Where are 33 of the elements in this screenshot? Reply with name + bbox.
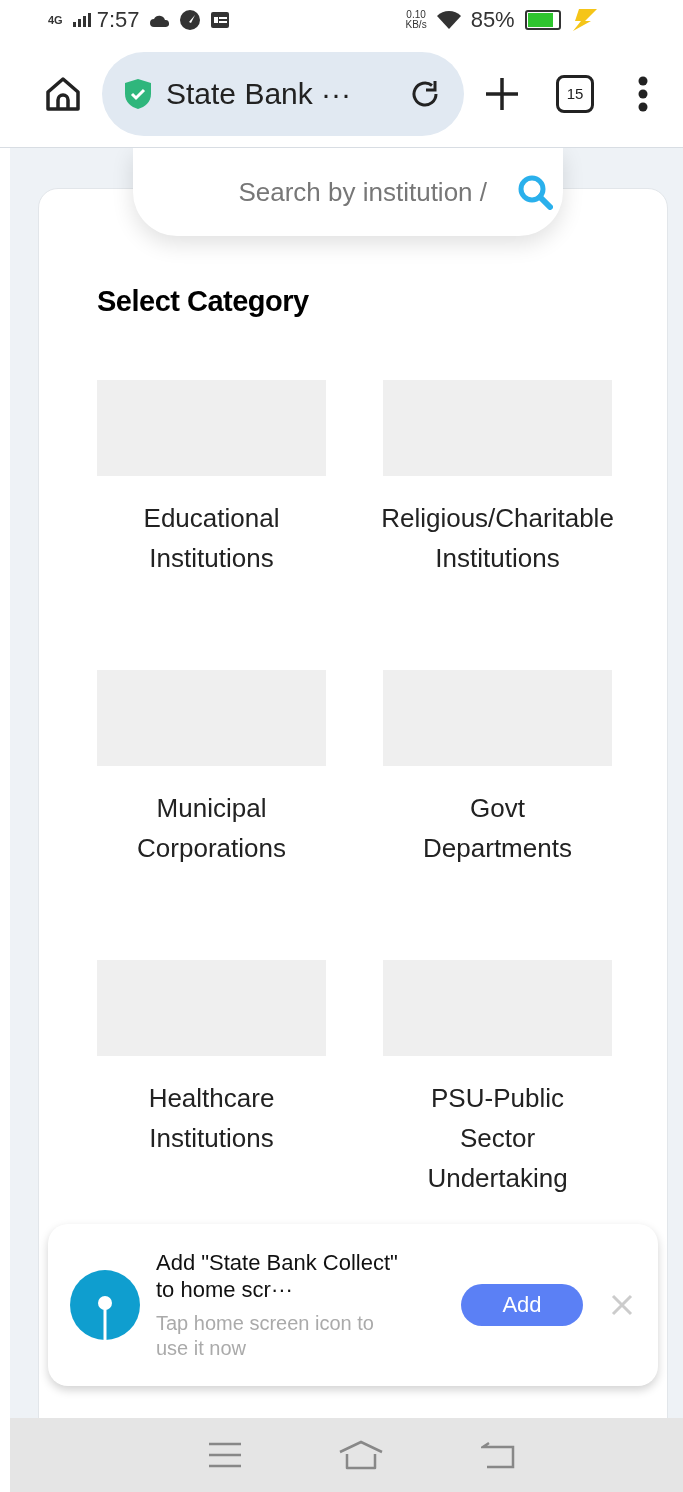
wifi-icon — [436, 11, 461, 29]
battery-icon — [524, 10, 561, 30]
back-icon[interactable] — [480, 1441, 515, 1469]
banner-subtitle: Tap home screen icon to use it now — [156, 1311, 375, 1361]
category-label[interactable]: Govt Departments — [423, 788, 572, 868]
lightning-icon — [570, 9, 597, 31]
more-icon[interactable] — [638, 75, 648, 112]
plus-icon[interactable] — [484, 75, 520, 112]
category-label[interactable]: PSU-Public Sector Undertaking — [427, 1078, 568, 1198]
home-icon[interactable] — [44, 75, 82, 112]
speed-unit: KB/s — [405, 20, 427, 30]
gauge-icon — [179, 10, 200, 30]
banner-title: Add "State Bank Collect" to home scr··· — [156, 1249, 399, 1303]
bank-logo-icon — [70, 1270, 140, 1340]
category-label[interactable]: Religious/Charitable Institutions — [381, 498, 614, 578]
network-label: 4G — [48, 15, 63, 25]
signal-icon — [72, 13, 93, 27]
search-field[interactable]: Search by institution / — [133, 148, 563, 236]
menu-icon[interactable] — [208, 1442, 243, 1468]
cloud-icon — [149, 13, 170, 27]
search-icon[interactable] — [517, 174, 553, 210]
address-bar[interactable]: State Bank ··· — [102, 51, 464, 136]
category-label[interactable]: Healthcare Institutions — [148, 1078, 275, 1158]
close-icon[interactable] — [611, 1294, 633, 1316]
speed-value: 0.10 — [406, 10, 426, 20]
tab-count[interactable]: 15 — [556, 74, 594, 113]
site-title: State Bank ··· — [166, 76, 353, 111]
battery-percent: 85% — [470, 7, 515, 33]
clock: 7:57 — [96, 7, 140, 33]
section-heading: Select Category — [97, 285, 310, 318]
category-label[interactable]: Municipal Corporations — [137, 788, 286, 868]
add-button[interactable]: Add — [461, 1284, 583, 1326]
category-label[interactable]: Educational Institutions — [143, 498, 280, 578]
